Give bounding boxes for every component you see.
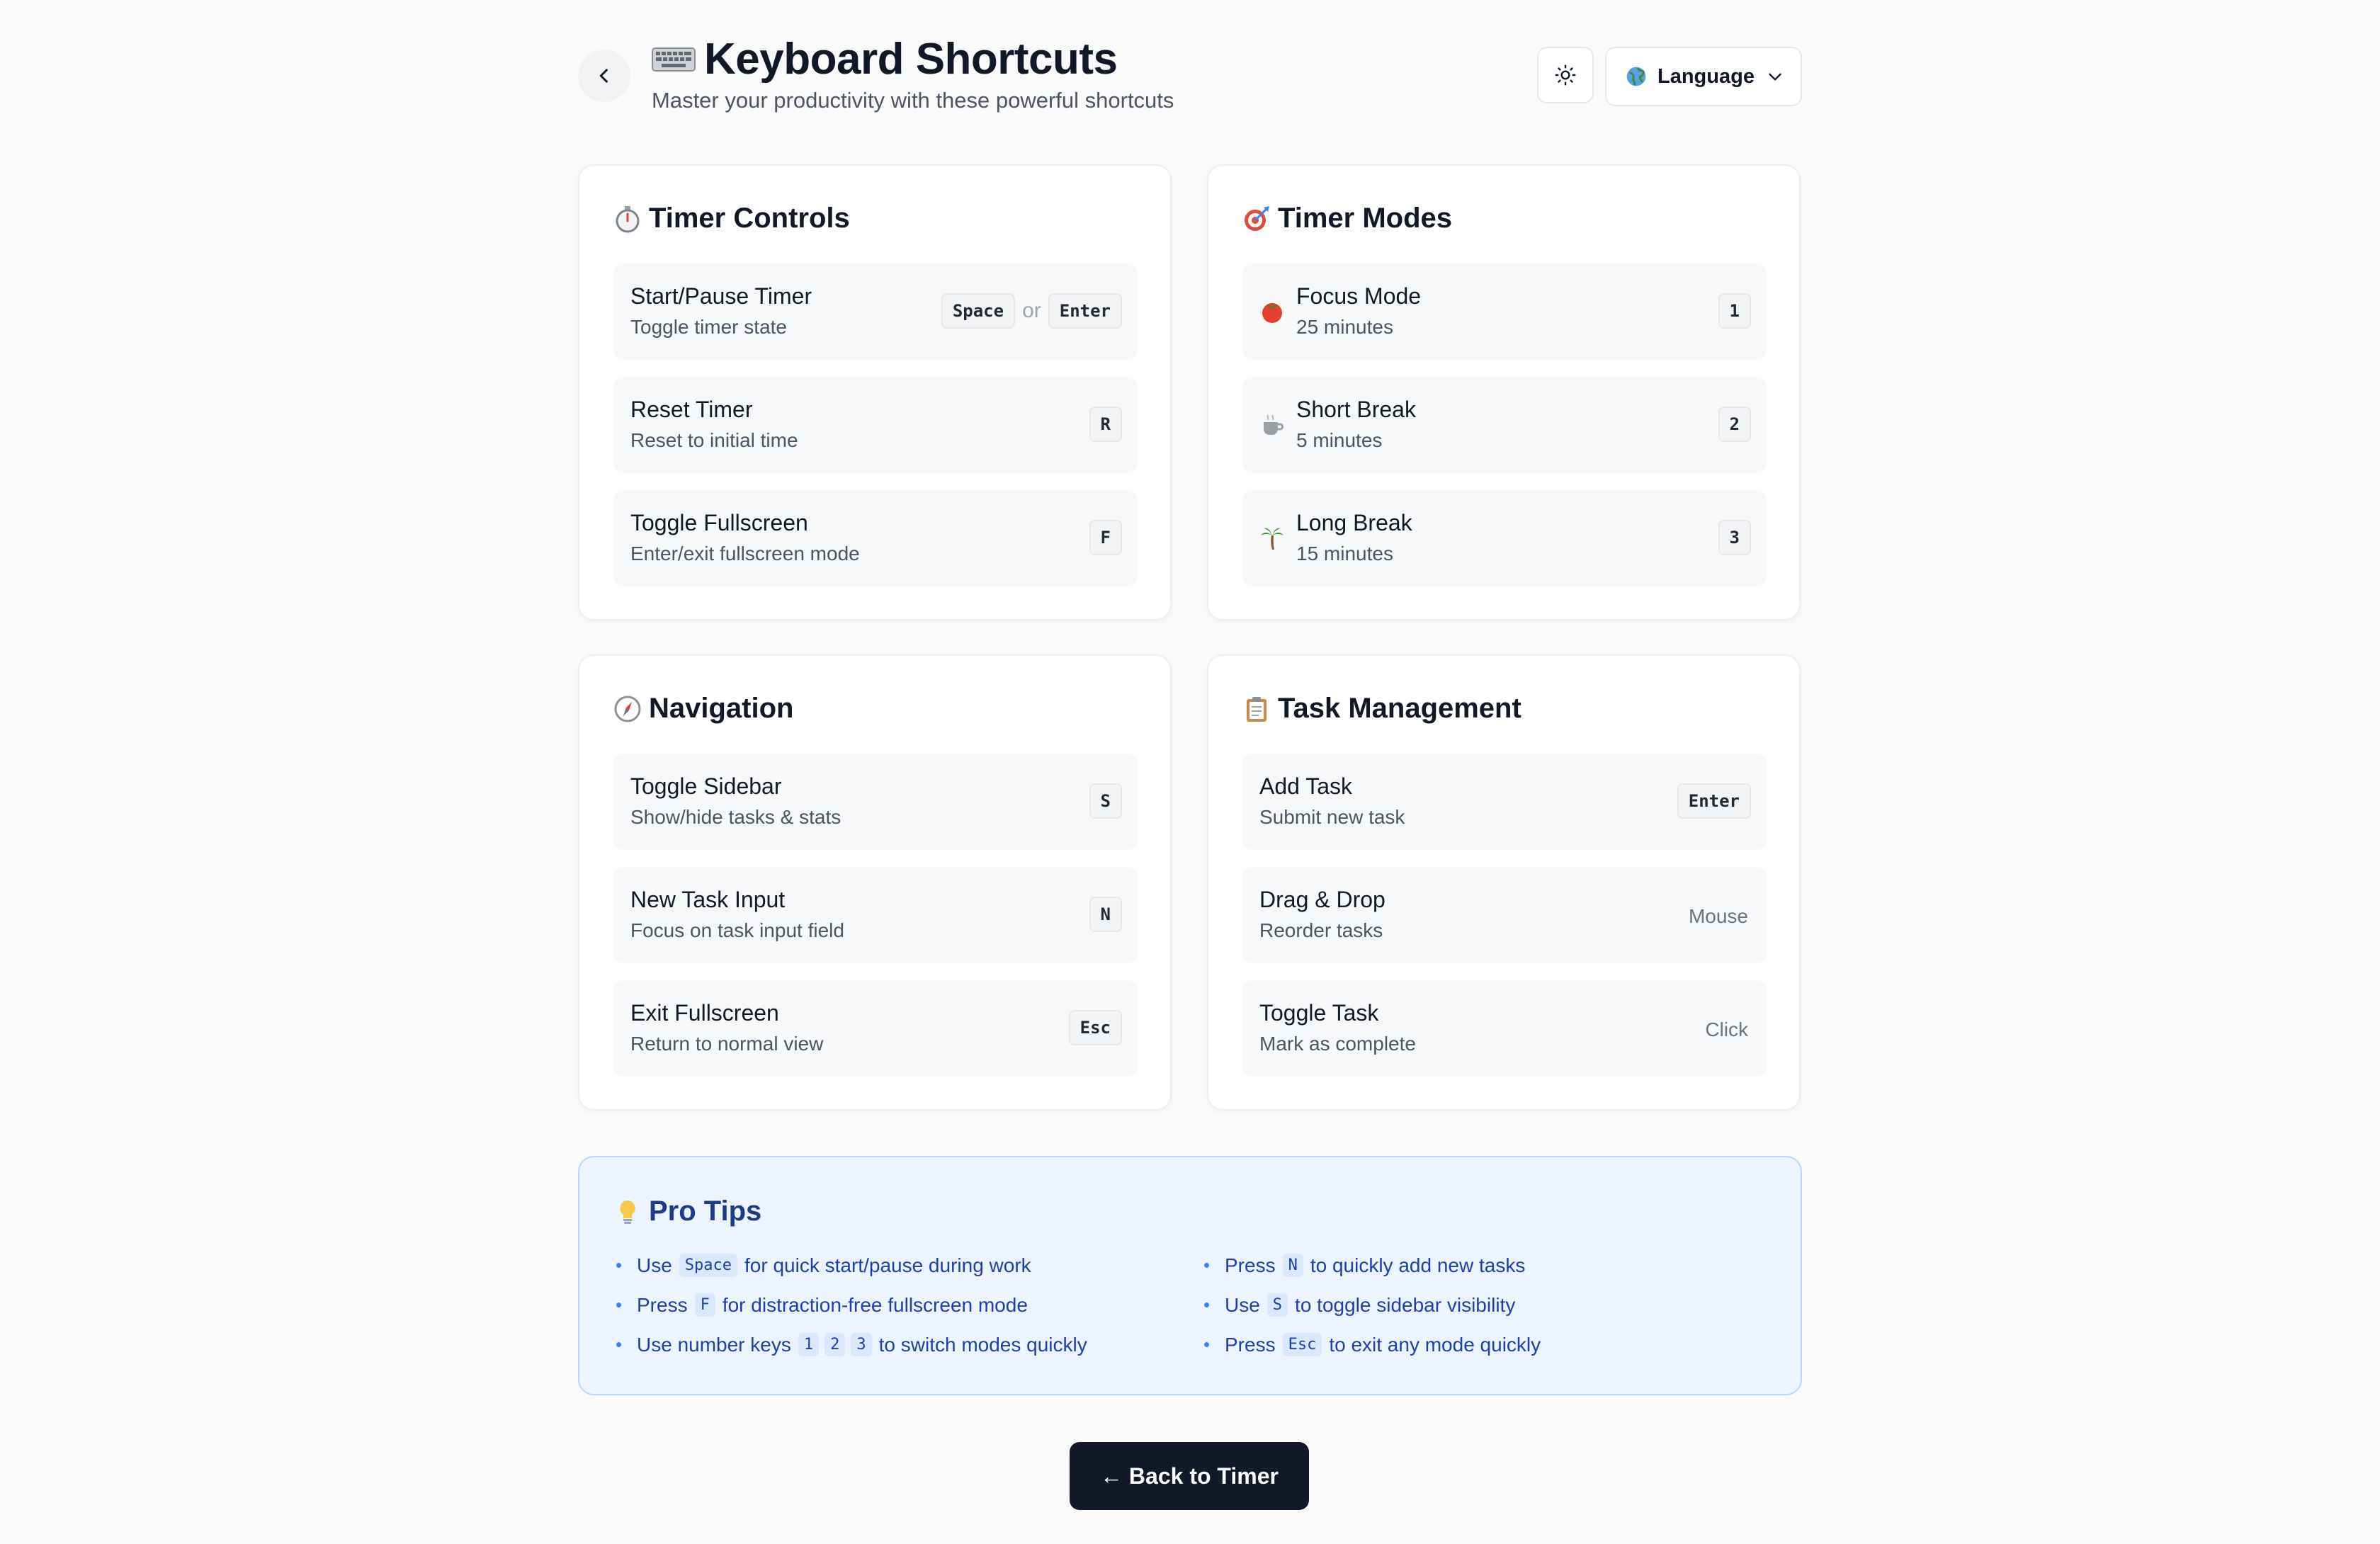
palm-tree-icon: [1258, 524, 1286, 552]
tip-text: to exit any mode quickly: [1329, 1333, 1541, 1356]
tip-text: Press: [1225, 1254, 1276, 1276]
pro-tips-title: Pro Tips: [613, 1196, 761, 1227]
language-label: Language: [1658, 64, 1755, 88]
tip-text: Press: [637, 1293, 688, 1316]
shortcut-row-add-task: Add Task Submit new task Enter: [1242, 754, 1767, 850]
bullet-dot: [1204, 1342, 1209, 1347]
chevron-left-icon: [599, 69, 608, 83]
back-button[interactable]: [578, 50, 630, 102]
card-title: Timer Modes: [1242, 203, 1452, 234]
shortcut-row-reset: Reset Timer Reset to initial time R: [613, 377, 1138, 473]
inline-key: Esc: [1282, 1333, 1322, 1356]
compass-icon: [613, 695, 642, 723]
shortcut-row-new-task-input: New Task Input Focus on task input field…: [613, 867, 1138, 963]
key-cap: N: [1089, 897, 1122, 932]
shortcut-row-start-pause: Start/Pause Timer Toggle timer state Spa…: [613, 263, 1138, 360]
bullet-dot: [616, 1342, 621, 1347]
shortcut-row-fullscreen: Toggle Fullscreen Enter/exit fullscreen …: [613, 490, 1138, 586]
tip-item: Use Space for quick start/pause during w…: [616, 1254, 1031, 1277]
inline-key: S: [1266, 1293, 1288, 1317]
tip-item: Press Esc to exit any mode quickly: [1204, 1333, 1541, 1356]
target-icon: [1242, 205, 1271, 233]
inline-key: Space: [679, 1254, 738, 1277]
key-cap: F: [1089, 520, 1122, 555]
timer-controls-card: Timer Controls Start/Pause Timer Toggle …: [578, 164, 1172, 620]
card-title: Timer Controls: [613, 203, 850, 234]
shortcut-row-short-break: Short Break 5 minutes 2: [1242, 377, 1767, 473]
pro-tips-panel: Pro Tips Use Space for quick start/pause…: [578, 1156, 1802, 1395]
lightbulb-icon: [613, 1198, 642, 1226]
tip-text: to quickly add new tasks: [1310, 1254, 1526, 1276]
tip-item: Use number keys 1 2 3 to switch modes qu…: [616, 1333, 1087, 1356]
shortcut-plain: Mouse: [1688, 905, 1748, 927]
tip-text: for quick start/pause during work: [744, 1254, 1031, 1276]
shortcut-plain: Click: [1705, 1018, 1748, 1040]
coffee-icon: [1258, 411, 1286, 439]
inline-key: F: [694, 1293, 715, 1317]
key-cap: R: [1089, 407, 1122, 442]
tip-item: Press N to quickly add new tasks: [1204, 1254, 1525, 1277]
page-title: Keyboard Shortcuts: [704, 35, 1118, 84]
shortcut-keys: Space or Enter: [941, 293, 1122, 329]
key-cap: Enter: [1677, 783, 1751, 819]
inline-key: N: [1282, 1254, 1303, 1277]
bullet-dot: [1204, 1302, 1209, 1307]
inline-key: 3: [851, 1333, 872, 1356]
tomato-icon: [1258, 297, 1286, 326]
page-subtitle: Master your productivity with these powe…: [652, 88, 1174, 113]
shortcut-row-focus-mode: Focus Mode 25 minutes 1: [1242, 263, 1767, 360]
stopwatch-icon: [613, 205, 642, 233]
bullet-dot: [1204, 1263, 1209, 1268]
tip-text: Use: [637, 1254, 672, 1276]
inline-key: 1: [798, 1333, 820, 1356]
shortcut-row-drag-drop: Drag & Drop Reorder tasks Mouse: [1242, 867, 1767, 963]
language-select[interactable]: Language: [1605, 47, 1802, 106]
tip-text: Press: [1225, 1333, 1276, 1356]
shortcut-row-toggle-sidebar: Toggle Sidebar Show/hide tasks & stats S: [613, 754, 1138, 850]
key-cap: S: [1089, 783, 1122, 819]
key-cap: Enter: [1048, 293, 1122, 329]
page-header: Keyboard Shortcuts: [652, 34, 1118, 84]
shortcuts-page: Keyboard Shortcuts Master your productiv…: [0, 0, 2380, 1544]
tip-item: Press F for distraction-free fullscreen …: [616, 1293, 1028, 1317]
inline-key: 2: [824, 1333, 846, 1356]
task-management-card: Task Management Add Task Submit new task…: [1207, 654, 1801, 1111]
key-cap: 2: [1718, 407, 1751, 442]
card-title: Task Management: [1242, 693, 1522, 725]
bullet-dot: [616, 1263, 621, 1268]
card-title: Navigation: [613, 693, 793, 725]
back-to-timer-button[interactable]: ← Back to Timer: [1070, 1442, 1309, 1510]
tip-item: Use S to toggle sidebar visibility: [1204, 1293, 1515, 1317]
shortcut-row-exit-fullscreen: Exit Fullscreen Return to normal view Es…: [613, 980, 1138, 1077]
key-cap: Space: [941, 293, 1016, 329]
keyboard-icon: [652, 47, 696, 72]
sun-icon: [1555, 64, 1576, 86]
key-cap: Esc: [1068, 1010, 1122, 1045]
tip-text: to switch modes quickly: [878, 1333, 1087, 1356]
shortcut-row-toggle-task: Toggle Task Mark as complete Click: [1242, 980, 1767, 1077]
theme-toggle-button[interactable]: [1537, 47, 1594, 103]
key-cap: 3: [1718, 520, 1751, 555]
tip-text: Use number keys: [637, 1333, 791, 1356]
tip-text: Use: [1225, 1293, 1260, 1316]
or-separator: or: [1022, 299, 1041, 322]
globe-icon: [1626, 67, 1646, 86]
bullet-dot: [616, 1302, 621, 1307]
tip-text: for distraction-free fullscreen mode: [722, 1293, 1028, 1316]
clipboard-icon: [1242, 695, 1271, 723]
timer-modes-card: Timer Modes Focus Mode 25 minutes 1 Shor…: [1207, 164, 1801, 620]
tip-text: to toggle sidebar visibility: [1295, 1293, 1516, 1316]
chevron-down-icon: [1769, 73, 1781, 81]
shortcut-row-long-break: Long Break 15 minutes 3: [1242, 490, 1767, 586]
navigation-card: Navigation Toggle Sidebar Show/hide task…: [578, 654, 1172, 1111]
key-cap: 1: [1718, 293, 1751, 329]
